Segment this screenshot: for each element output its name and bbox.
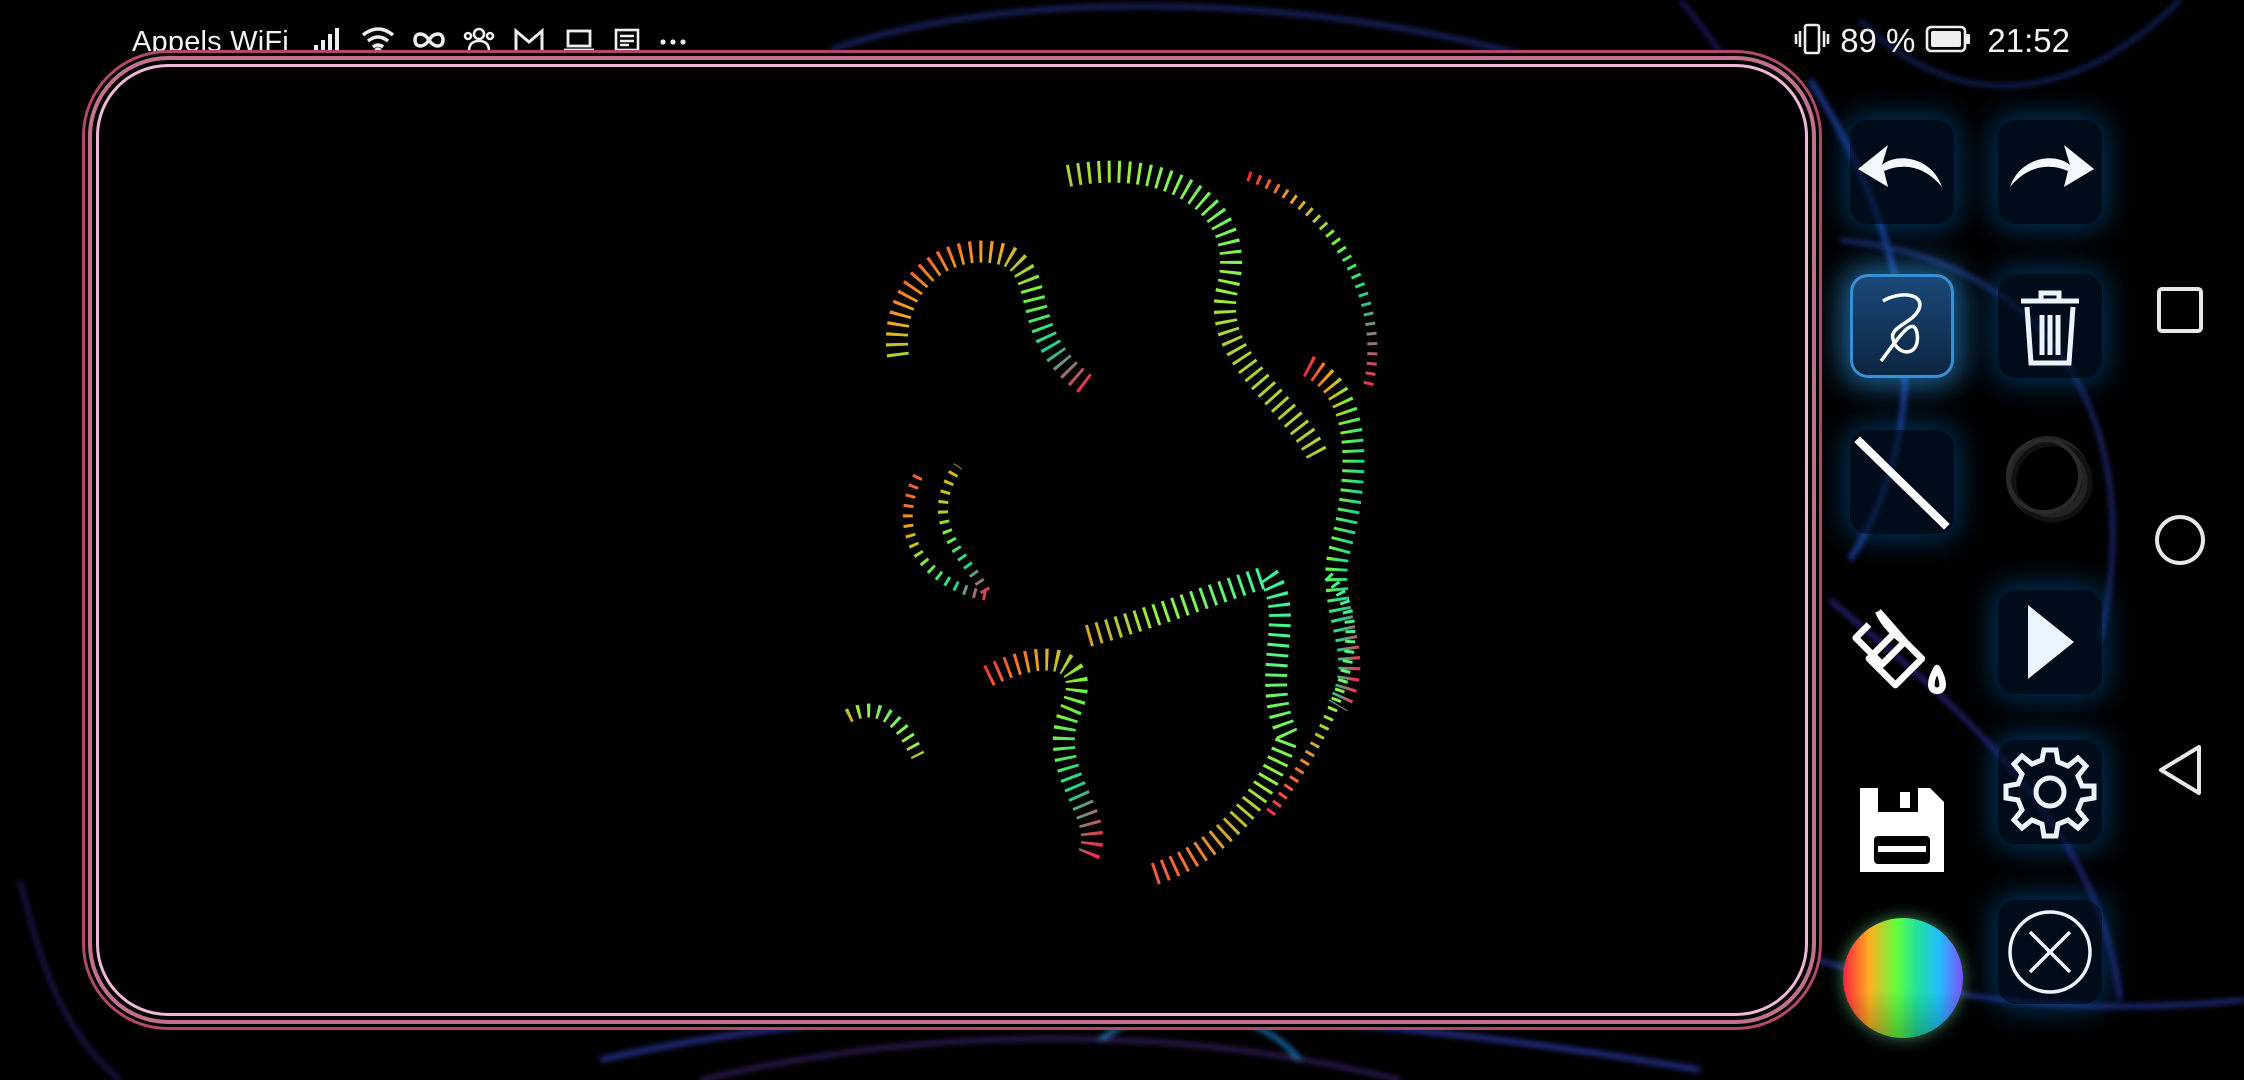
circle-icon (2006, 436, 2093, 523)
trash-icon (2021, 290, 2079, 366)
gmail-icon (513, 27, 545, 57)
color-picker-button[interactable] (1843, 918, 1963, 1038)
close-circle-icon (2008, 910, 2092, 994)
battery-icon (1925, 25, 1971, 58)
settings-button[interactable] (1998, 740, 2102, 844)
back-button[interactable] (2140, 730, 2220, 810)
gear-icon (2003, 747, 2097, 839)
recents-button[interactable] (2140, 270, 2220, 350)
close-button[interactable] (1998, 900, 2102, 1004)
undo-icon (1858, 145, 1942, 187)
line-button[interactable] (1850, 430, 1954, 534)
signal-icon (313, 27, 343, 58)
more-dots-icon (659, 34, 687, 52)
home-circle-icon (2155, 515, 2205, 565)
delete-button[interactable] (1998, 274, 2102, 378)
save-button[interactable] (1850, 778, 1954, 882)
floppy-disk-icon (1860, 788, 1944, 872)
clock: 21:52 (1987, 22, 2070, 59)
freehand-button[interactable] (1850, 274, 1954, 378)
line-icon (1854, 436, 1950, 530)
circle-button[interactable] (1998, 430, 2102, 534)
news-icon (613, 27, 641, 58)
status-left: Appels WiFi (132, 26, 687, 59)
drawing-canvas[interactable] (88, 56, 1816, 1024)
infinity-icon (413, 30, 445, 55)
wifi-icon (361, 26, 395, 59)
status-right: 89 % 21:52 (1794, 22, 2070, 60)
recents-square-icon (2157, 287, 2203, 333)
drawn-sphere-strokes (844, 160, 1378, 887)
undo-button[interactable] (1850, 120, 1954, 224)
freehand-icon (1879, 293, 1922, 363)
battery-percent: 89 % (1840, 22, 1916, 59)
redo-button[interactable] (1998, 120, 2102, 224)
vibrate-icon (1794, 23, 1830, 60)
redo-icon (2010, 145, 2094, 187)
laptop-icon (563, 28, 595, 57)
carrier-label: Appels WiFi (132, 26, 289, 58)
paint-bucket-icon (1852, 609, 1946, 695)
home-button[interactable] (2140, 500, 2220, 580)
play-button[interactable] (1998, 590, 2102, 694)
back-triangle-icon (2159, 745, 2201, 795)
group-icon (463, 27, 495, 58)
fill-button[interactable] (1850, 600, 1954, 704)
play-icon (2028, 605, 2074, 679)
